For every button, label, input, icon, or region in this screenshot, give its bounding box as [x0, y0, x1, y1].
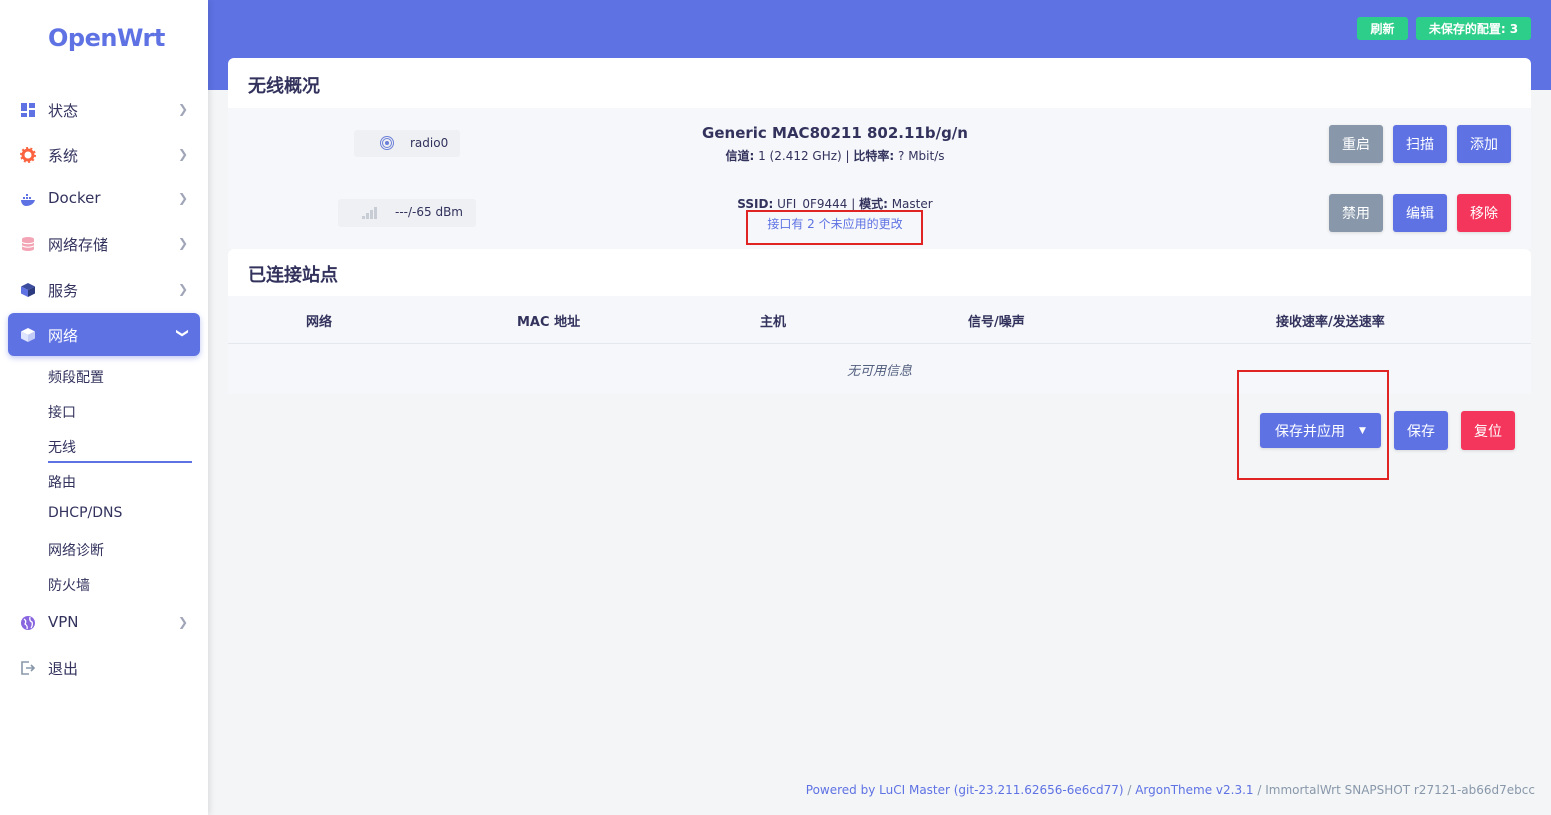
unsaved-config-button[interactable]: 未保存的配置: 3: [1416, 17, 1531, 40]
ssid-value: UFI_0F9444 |: [773, 197, 860, 211]
dashboard-icon: [21, 103, 35, 117]
disable-button[interactable]: 禁用: [1329, 194, 1383, 232]
signal-value: ---/-65 dBm: [395, 205, 463, 219]
build-info: ImmortalWrt SNAPSHOT r27121-ab66d7ebcc: [1265, 783, 1535, 797]
logout-icon: [21, 661, 36, 675]
sidebar-item-system[interactable]: 系统 ❯: [8, 135, 200, 175]
edit-button[interactable]: 编辑: [1393, 194, 1447, 232]
refresh-button[interactable]: 刷新: [1357, 17, 1408, 40]
sidebar-item-storage[interactable]: 网络存储 ❯: [8, 224, 200, 264]
wireless-overview-title: 无线概况: [248, 76, 320, 97]
wifi-radio-icon: [380, 136, 394, 150]
radio-name: radio0: [410, 136, 449, 150]
highlight-box: [1237, 370, 1389, 480]
add-button[interactable]: 添加: [1457, 125, 1511, 163]
restart-button[interactable]: 重启: [1329, 125, 1383, 163]
column-header-rx-tx: 接收速率/发送速率: [1276, 315, 1385, 330]
column-header-host: 主机: [760, 315, 787, 330]
radio-hardware-name: Generic MAC80211 802.11b/g/n: [702, 124, 968, 142]
mode-label: 模式:: [859, 197, 888, 211]
gear-icon: [20, 147, 36, 163]
sidebar-item-label: 系统: [48, 147, 79, 165]
bitrate-label: 比特率:: [853, 149, 895, 163]
chevron-right-icon: ❯: [178, 191, 189, 205]
signal-badge: ---/-65 dBm: [338, 199, 476, 227]
openwrt-logo[interactable]: OpenWrt: [48, 24, 165, 52]
docker-icon: [21, 194, 35, 206]
subnav-item-dhcp-dns[interactable]: DHCP/DNS: [48, 505, 122, 521]
remove-button[interactable]: 移除: [1457, 194, 1511, 232]
channel-value: 1 (2.412 GHz) |: [754, 149, 854, 163]
sidebar-item-docker[interactable]: Docker ❯: [8, 179, 200, 219]
theme-link[interactable]: ArgonTheme v2.3.1: [1135, 783, 1253, 797]
table-divider: [228, 343, 1531, 344]
column-header-signal-noise: 信号/噪声: [968, 315, 1025, 330]
database-icon: [21, 237, 35, 251]
sidebar-item-services[interactable]: 服务 ❯: [8, 270, 200, 310]
subnav-item-interfaces[interactable]: 接口: [48, 402, 76, 422]
subnav-item-routes[interactable]: 路由: [48, 472, 76, 492]
sidebar-item-label: 服务: [48, 282, 79, 300]
sidebar-item-label: Docker: [48, 189, 101, 207]
subnav-item-band[interactable]: 频段配置: [48, 367, 104, 387]
sidebar-item-status[interactable]: 状态 ❯: [8, 90, 200, 130]
sidebar-item-vpn[interactable]: VPN ❯: [8, 603, 200, 643]
sidebar-item-label: 网络: [48, 327, 79, 345]
sidebar-item-label: VPN: [48, 613, 79, 631]
channel-label: 信道:: [725, 149, 755, 163]
chevron-right-icon: ❯: [178, 282, 189, 296]
sidebar: OpenWrt 状态 ❯ 系统 ❯ Docker ❯ 网络存储 ❯ 服务 ❯ 网…: [0, 0, 208, 815]
signal-bars-icon: [362, 207, 377, 219]
reset-button[interactable]: 复位: [1461, 411, 1515, 450]
chevron-right-icon: ❯: [178, 147, 189, 161]
subnav-item-diagnostics[interactable]: 网络诊断: [48, 540, 104, 560]
sidebar-item-network[interactable]: 网络 ❯: [8, 313, 200, 356]
globe-icon: [21, 616, 35, 630]
column-header-mac: MAC 地址: [517, 315, 581, 330]
footer-separator: /: [1123, 783, 1136, 797]
subnav-item-firewall[interactable]: 防火墙: [48, 575, 90, 595]
wireless-overview-header: 无线概况: [228, 58, 1531, 108]
cube-icon: [21, 328, 35, 342]
chevron-right-icon: ❯: [178, 236, 189, 250]
save-button[interactable]: 保存: [1394, 411, 1448, 450]
mode-value: Master: [887, 197, 933, 211]
chevron-right-icon: ❯: [178, 102, 189, 116]
chevron-down-icon: ❯: [176, 328, 190, 339]
column-header-network: 网络: [306, 315, 333, 330]
highlight-box: [746, 210, 923, 245]
stations-title: 已连接站点: [248, 265, 338, 286]
sidebar-item-label: 退出: [48, 660, 79, 678]
bitrate-value: ? Mbit/s: [894, 149, 945, 163]
footer-separator: /: [1253, 783, 1266, 797]
sidebar-item-label: 网络存储: [48, 236, 109, 254]
radio-channel-info: 信道: 1 (2.412 GHz) | 比特率: ? Mbit/s: [600, 147, 1070, 164]
ssid-label: SSID:: [737, 197, 774, 211]
active-indicator: [48, 461, 192, 463]
stations-header: 已连接站点: [228, 249, 1531, 296]
radio-badge: radio0: [354, 130, 460, 157]
footer: Powered by LuCI Master (git-23.211.62656…: [806, 783, 1535, 797]
cube-icon: [21, 283, 35, 297]
chevron-right-icon: ❯: [178, 615, 189, 629]
luci-link[interactable]: Powered by LuCI Master (git-23.211.62656…: [806, 783, 1124, 797]
subnav-item-wireless[interactable]: 无线: [48, 437, 76, 457]
scan-button[interactable]: 扫描: [1393, 125, 1447, 163]
sidebar-item-label: 状态: [48, 102, 79, 120]
sidebar-item-logout[interactable]: 退出: [8, 648, 200, 688]
